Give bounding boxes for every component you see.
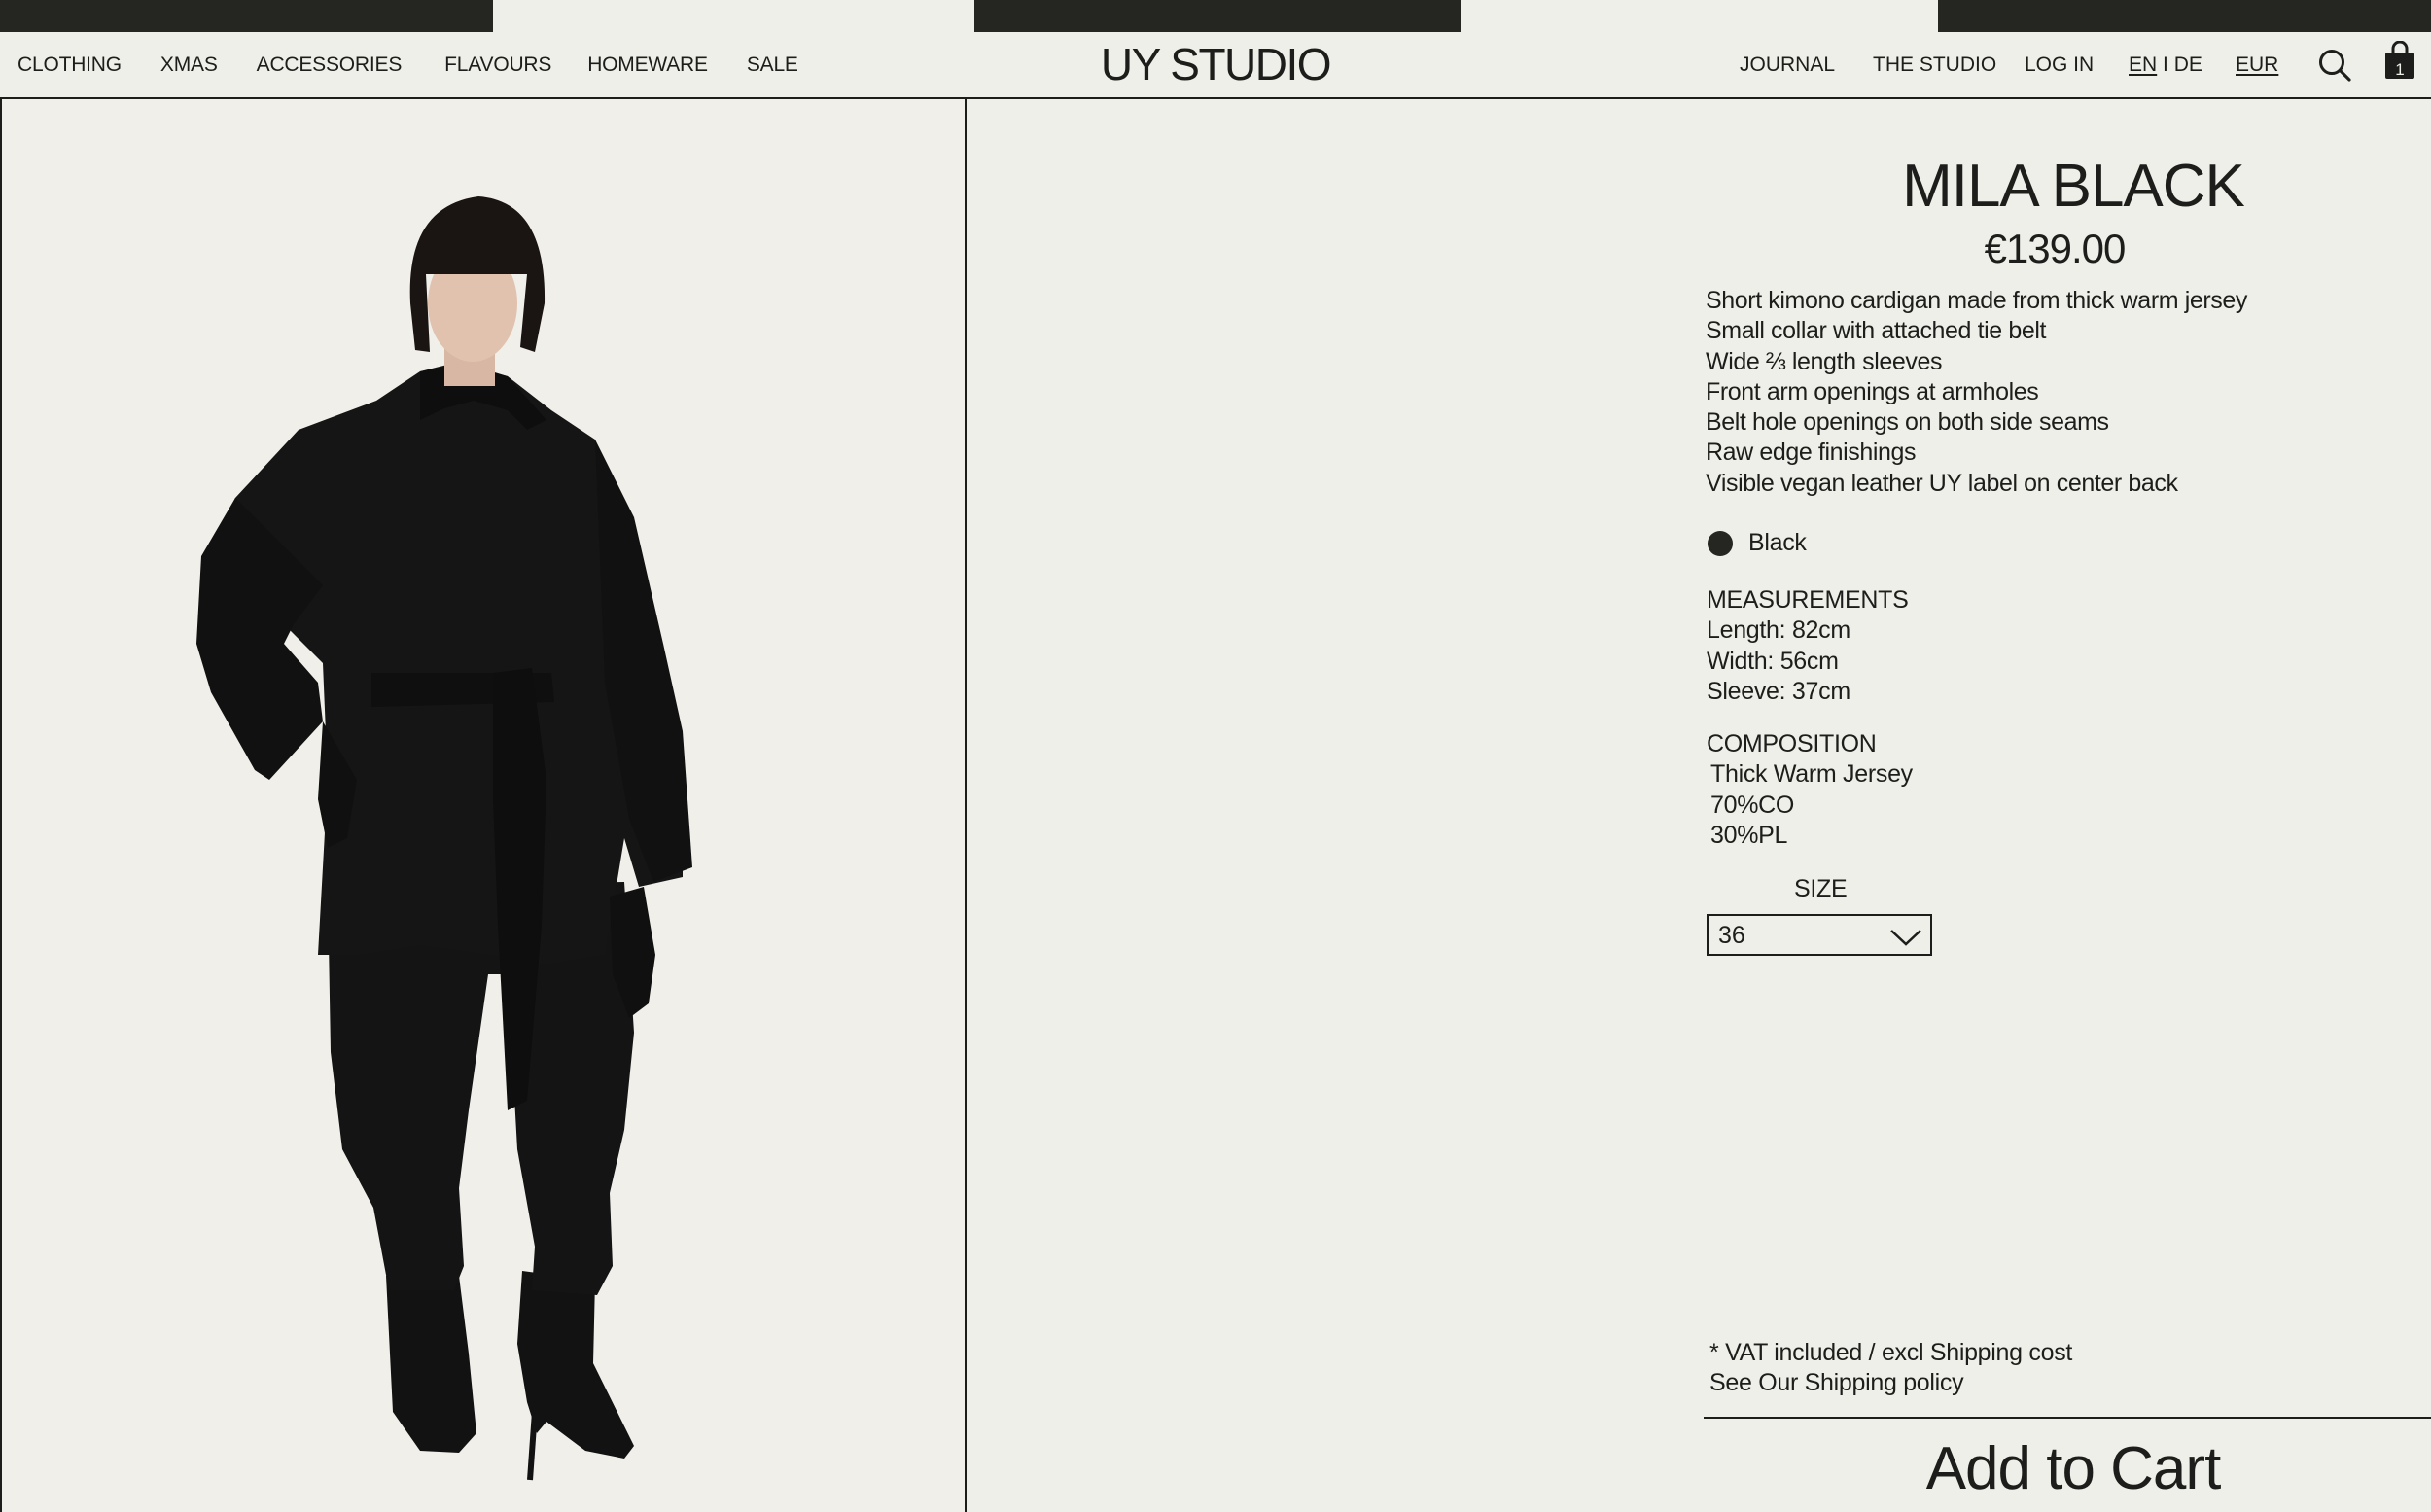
description-line: Small collar with attached tie belt (1706, 317, 2047, 345)
lang-en[interactable]: EN (2129, 53, 2157, 76)
chevron-down-icon (1889, 926, 1922, 954)
size-select[interactable]: 36 (1707, 914, 1932, 956)
top-strip (0, 0, 2431, 32)
search-icon[interactable] (2317, 48, 2352, 88)
lang-de[interactable]: DE (2174, 53, 2202, 76)
shopping-bag-icon[interactable]: 1 (2384, 41, 2415, 80)
product-title: MILA BLACK (1902, 153, 2245, 220)
description-line: Short kimono cardigan made from thick wa… (1706, 287, 2247, 314)
composition: COMPOSITION Thick Warm Jersey 70%CO 30%P… (1707, 729, 1913, 851)
top-strip-block (0, 0, 493, 32)
description-line: Wide ⅔ length sleeves (1706, 347, 1943, 375)
product-description: Short kimono cardigan made from thick wa… (1706, 286, 2247, 499)
top-strip-block (1938, 0, 2431, 32)
language-switcher: EN I DE (2129, 53, 2202, 77)
description-line: Belt hole openings on both side seams (1706, 408, 2109, 437)
composition-line: Thick Warm Jersey (1710, 760, 1913, 789)
composition-line: 70%CO (1710, 791, 1795, 819)
description-line: Raw edge finishings (1706, 439, 1917, 467)
size-label: SIZE (1794, 875, 1848, 902)
description-line: Front arm openings at armholes (1706, 377, 2039, 405)
currency-switcher[interactable]: EUR (2236, 53, 2278, 77)
lang-separator: I (2157, 53, 2174, 76)
nav-the-studio[interactable]: THE STUDIO (1873, 53, 1996, 77)
vat-note: * VAT included / excl Shipping cost (1709, 1339, 2073, 1366)
composition-line: 30%PL (1710, 821, 1788, 849)
product-photo (196, 196, 692, 1481)
measurement-length: Length: 82cm (1707, 616, 1850, 645)
measurements: MEASUREMENTS Length: 82cm Width: 56cm Sl… (1707, 585, 1909, 707)
size-selected-value: 36 (1718, 922, 1745, 949)
product-image-panel[interactable] (0, 99, 967, 1512)
top-strip-block (974, 0, 1461, 32)
measurement-width: Width: 56cm (1707, 647, 1839, 675)
add-to-cart-button[interactable]: Add to Cart (1704, 1434, 2431, 1503)
description-line: Visible vegan leather UY label on center… (1706, 469, 2178, 497)
cart-count-badge: 1 (2395, 60, 2405, 79)
cart-divider (1704, 1417, 2431, 1419)
measurement-sleeve: Sleeve: 37cm (1707, 677, 1850, 705)
shipping-note: * VAT included / excl Shipping cost See … (1709, 1338, 2072, 1399)
color-swatch-black[interactable] (1708, 530, 1733, 556)
shipping-policy-link[interactable]: See Our Shipping policy (1709, 1368, 2072, 1398)
color-option[interactable]: Black (1708, 529, 1807, 557)
site-header: CLOTHING XMAS ACCESSORIES FLAVOURS HOMEW… (0, 32, 2431, 99)
nav-login[interactable]: LOG IN (2025, 53, 2094, 77)
color-name: Black (1748, 529, 1807, 556)
measurements-heading: MEASUREMENTS (1707, 586, 1909, 614)
logo-text[interactable]: UY STUDIO (1101, 39, 1332, 89)
product-price: €139.00 (1984, 226, 2127, 271)
composition-heading: COMPOSITION (1707, 730, 1877, 757)
nav-journal[interactable]: JOURNAL (1740, 53, 1835, 77)
